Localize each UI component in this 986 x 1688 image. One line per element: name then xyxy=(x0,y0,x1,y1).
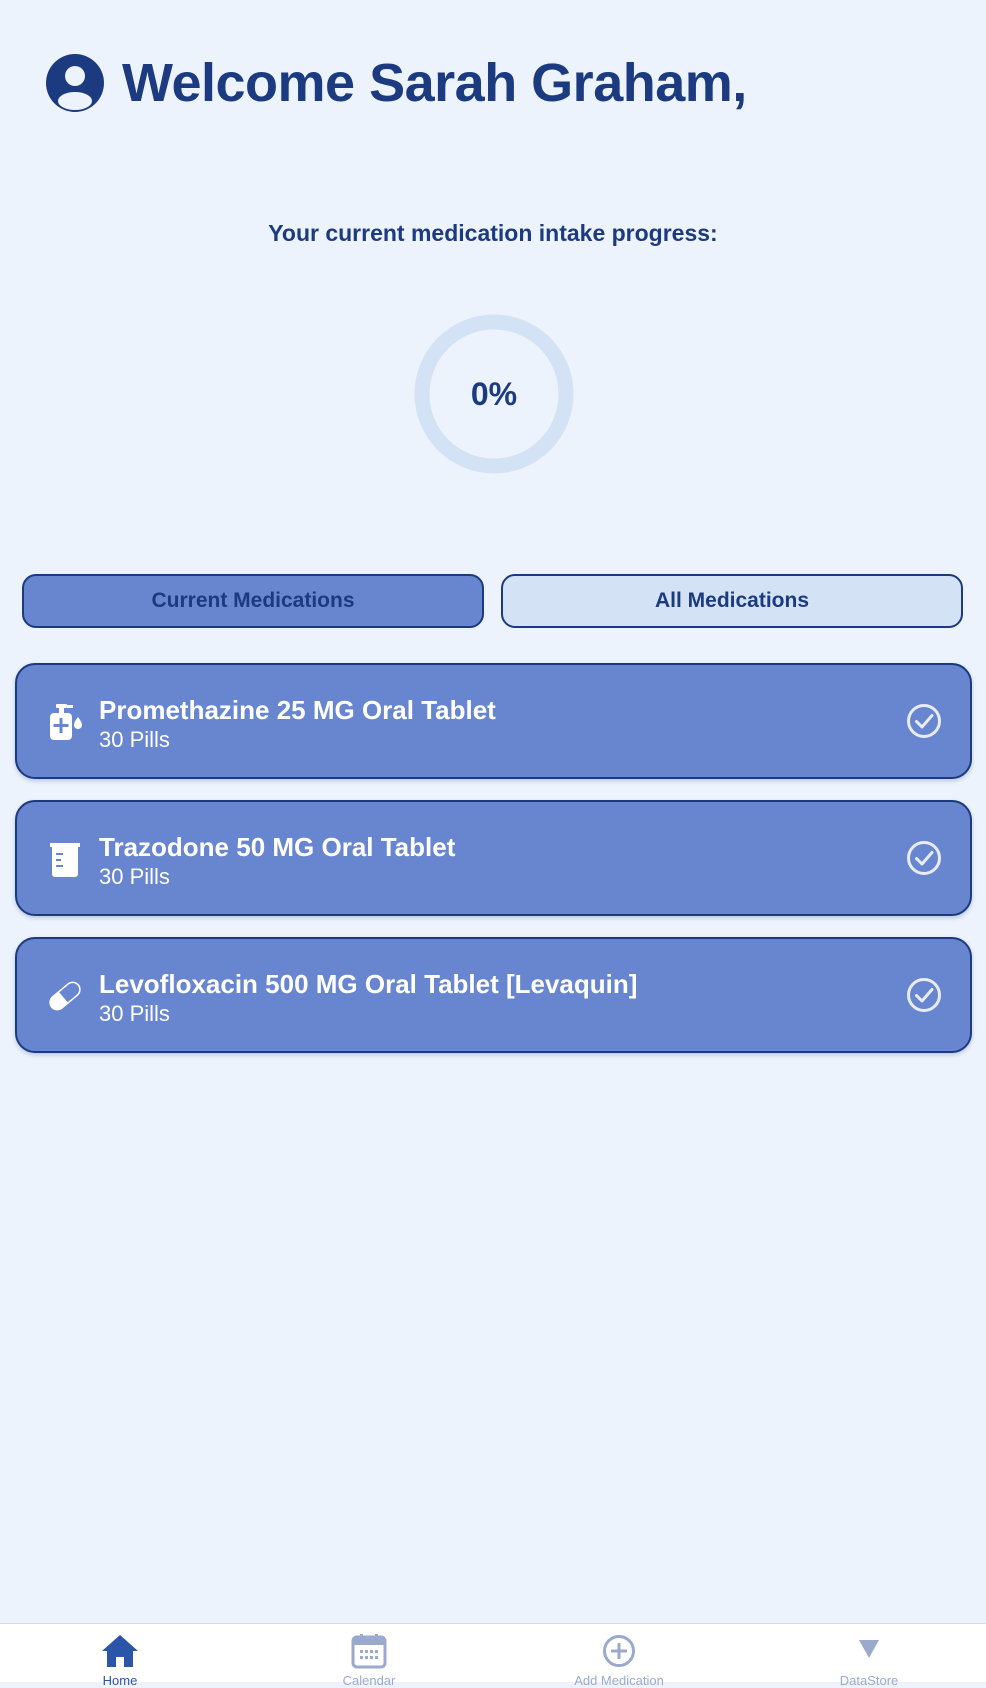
tabbar-label: Home xyxy=(102,1673,138,1688)
check-circle-icon[interactable] xyxy=(906,703,942,739)
tabbar-item-calendar[interactable]: Calendar xyxy=(249,1624,489,1688)
tabbar-item-add-medication[interactable]: Add Medication xyxy=(499,1624,739,1688)
medication-card[interactable]: Promethazine 25 MG Oral Tablet 30 Pills xyxy=(15,663,972,779)
plus-circle-icon xyxy=(603,1635,635,1667)
home-icon xyxy=(102,1635,138,1667)
check-circle-icon[interactable] xyxy=(906,977,942,1013)
bottom-tab-bar: Home Calendar Add Medication DataStore xyxy=(0,1623,986,1688)
medication-name: Promethazine 25 MG Oral Tablet xyxy=(99,695,496,725)
pump-bottle-icon xyxy=(50,704,82,740)
medication-card[interactable]: Trazodone 50 MG Oral Tablet 30 Pills xyxy=(15,800,972,916)
tabbar-item-home[interactable]: Home xyxy=(0,1624,240,1688)
progress-ring: 0% xyxy=(413,313,575,475)
tabbar-label: DataStore xyxy=(839,1673,899,1688)
medication-list: Promethazine 25 MG Oral Tablet 30 Pills … xyxy=(15,663,972,1074)
progress-label: Your current medication intake progress: xyxy=(268,220,718,246)
triangle-down-icon xyxy=(859,1640,879,1658)
tabbar-label: Add Medication xyxy=(574,1673,664,1688)
medication-count: 30 Pills xyxy=(99,1001,170,1026)
capsule-icon xyxy=(49,981,81,1011)
progress-value: 0% xyxy=(470,376,518,412)
calendar-icon xyxy=(351,1634,387,1669)
tabbar-label: Calendar xyxy=(342,1673,396,1688)
medication-name: Trazodone 50 MG Oral Tablet xyxy=(99,832,456,862)
medication-count: 30 Pills xyxy=(99,864,170,889)
tab-current-medications[interactable]: Current Medications xyxy=(22,574,484,628)
page-title: Welcome Sarah Graham, xyxy=(122,53,747,113)
header: Welcome Sarah Graham, xyxy=(46,52,747,114)
medication-name: Levofloxacin 500 MG Oral Tablet [Levaqui… xyxy=(99,969,638,999)
medication-card[interactable]: Levofloxacin 500 MG Oral Tablet [Levaqui… xyxy=(15,937,972,1053)
check-circle-icon[interactable] xyxy=(906,840,942,876)
tabbar-item-datastore[interactable]: DataStore xyxy=(749,1624,986,1688)
tab-all-medications[interactable]: All Medications xyxy=(501,574,963,628)
medication-count: 30 Pills xyxy=(99,727,170,752)
user-avatar-icon[interactable] xyxy=(46,54,104,112)
beaker-icon xyxy=(50,843,80,877)
